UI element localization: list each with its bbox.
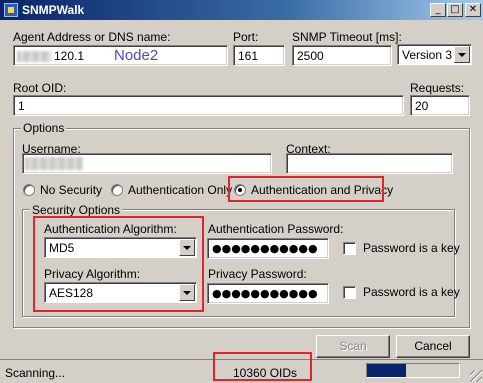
privacy-password-is-key[interactable]: Password is a key (343, 285, 460, 301)
username-input[interactable] (22, 153, 272, 174)
auth-password-is-key-checkbox[interactable] (343, 242, 356, 255)
radio-authentication-and-privacy-indicator[interactable] (234, 184, 246, 196)
snmp-timeout-label: SNMP Timeout [ms]: (292, 30, 402, 44)
auth-algorithm-value: MD5 (49, 241, 75, 255)
radio-no-security[interactable]: No Security (23, 183, 113, 199)
scan-progress-fill (367, 364, 406, 377)
port-input[interactable]: 161 (233, 45, 285, 66)
privacy-password-input[interactable]: ●●●●●●●●●●● (207, 283, 329, 304)
privacy-password-is-key-label: Password is a key (363, 285, 460, 299)
agent-address-value: 120.1 (54, 49, 85, 63)
security-options-title: Security Options (30, 203, 123, 217)
redacted-username (25, 157, 83, 170)
window-title: SNMPWalk (22, 3, 85, 17)
redacted-address-part (17, 51, 51, 62)
cancel-button[interactable]: Cancel (396, 335, 470, 358)
oid-count: 10360 OIDs (233, 366, 298, 380)
auth-algorithm-select[interactable]: MD5 (44, 237, 197, 258)
privacy-password-is-key-checkbox[interactable] (343, 286, 356, 299)
privacy-algorithm-value: AES128 (49, 286, 94, 300)
snmp-version-value: Version 3 (402, 48, 453, 62)
root-oid-label: Root OID: (13, 81, 67, 95)
port-label: Port: (233, 30, 259, 44)
resize-grip-icon[interactable] (470, 370, 482, 382)
close-button[interactable]: ✕ (465, 3, 481, 17)
minimize-button[interactable]: _ (430, 3, 446, 17)
snmp-timeout-input[interactable]: 2500 (292, 45, 392, 66)
requests-label: Requests: (410, 81, 465, 95)
app-icon (4, 3, 18, 17)
auth-password-is-key[interactable]: Password is a key (343, 241, 460, 257)
privacy-algorithm-label: Privacy Algorithm: (44, 267, 141, 281)
options-group-title: Options (21, 121, 67, 135)
radio-authentication-and-privacy[interactable]: Authentication and Privacy (234, 183, 393, 199)
agent-address-input[interactable]: 120.1 Node2 (13, 45, 228, 66)
chevron-down-icon[interactable] (454, 46, 470, 63)
snmp-version-select[interactable]: Version 3 (397, 44, 472, 65)
auth-password-label: Authentication Password: (208, 222, 344, 236)
auth-password-is-key-label: Password is a key (363, 241, 460, 255)
scan-progress-bar (366, 363, 460, 378)
maximize-button[interactable]: □ (447, 3, 463, 17)
radio-authentication-only-label: Authentication Only (128, 183, 233, 197)
context-input[interactable] (286, 153, 453, 174)
radio-no-security-label: No Security (40, 183, 103, 197)
root-oid-input[interactable]: 1 (13, 95, 404, 116)
privacy-algorithm-select[interactable]: AES128 (44, 282, 197, 303)
status-text: Scanning... (5, 366, 66, 380)
chevron-down-icon[interactable] (179, 284, 195, 301)
snmpwalk-window: SNMPWalk _ □ ✕ Agent Address or DNS name… (0, 0, 483, 383)
chevron-down-icon[interactable] (179, 239, 195, 256)
privacy-password-label: Privacy Password: (208, 267, 307, 281)
radio-authentication-only-indicator[interactable] (111, 184, 123, 196)
node-annotation: Node2 (114, 47, 159, 64)
radio-authentication-only[interactable]: Authentication Only (111, 183, 232, 199)
scan-button[interactable]: Scan (316, 335, 390, 358)
title-bar[interactable]: SNMPWalk _ □ ✕ (0, 0, 483, 20)
auth-algorithm-label: Authentication Algorithm: (44, 222, 177, 236)
agent-address-label: Agent Address or DNS name: (13, 30, 171, 44)
radio-authentication-and-privacy-label: Authentication and Privacy (251, 183, 394, 197)
radio-no-security-indicator[interactable] (23, 184, 35, 196)
requests-input[interactable]: 20 (410, 95, 470, 116)
auth-password-input[interactable]: ●●●●●●●●●●● (207, 238, 329, 259)
